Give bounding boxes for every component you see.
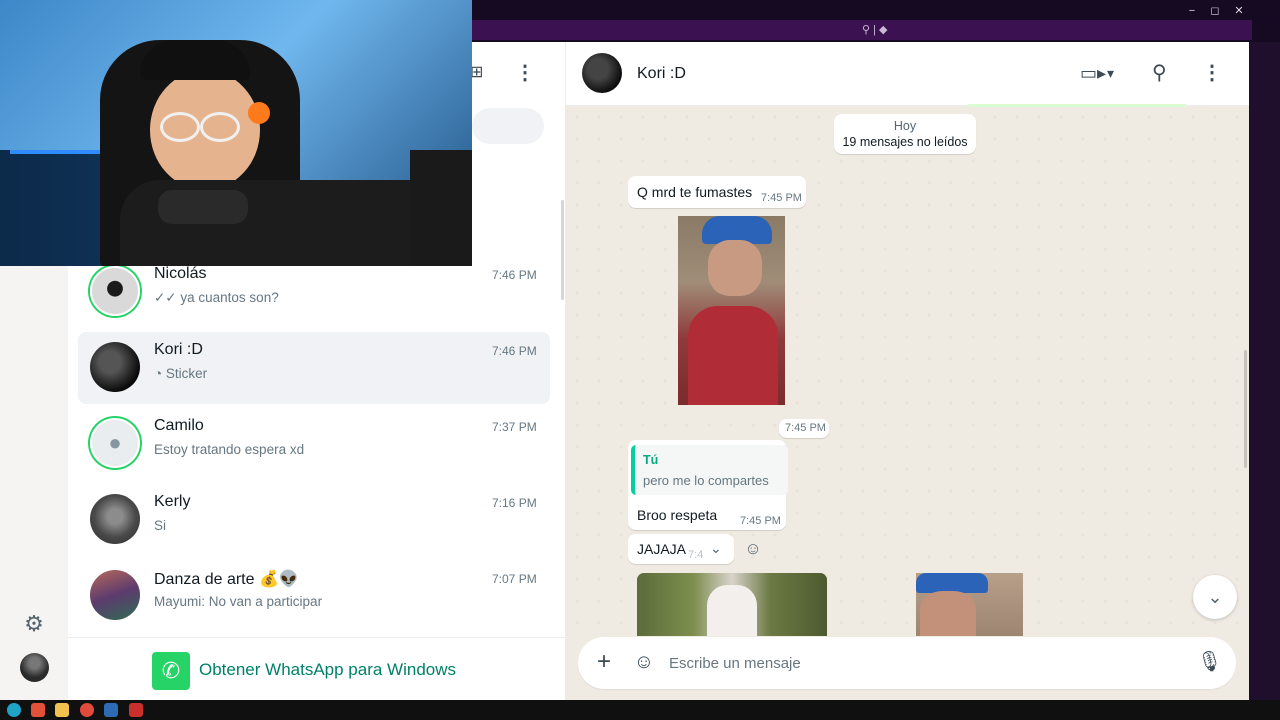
chat-preview: Estoy tratando espera xd [154, 442, 305, 457]
quote-author: Tú [643, 453, 659, 467]
conversation-header[interactable]: Kori :D ▭▸ ▾ ⚲ ⋮ [566, 42, 1249, 106]
minimize-icon[interactable]: − [1181, 3, 1203, 19]
sweater-shape [688, 306, 778, 405]
image-message[interactable] [916, 573, 1023, 636]
chat-time: 7:46 PM [492, 344, 537, 358]
chrome-icon[interactable] [80, 703, 94, 717]
chat-name: Danza de arte 💰👽 [154, 571, 299, 588]
contact-name[interactable]: Kori :D [637, 65, 686, 83]
chat-search-input[interactable] [472, 108, 544, 144]
cap-shape [140, 40, 250, 80]
message-input[interactable] [669, 651, 1169, 675]
avatar [90, 342, 140, 392]
quote-text: pero me lo compartes [643, 473, 769, 488]
message-time: 7:45 PM [761, 192, 802, 204]
app-icon[interactable] [129, 703, 143, 717]
menu-icon[interactable]: ⋮ [1202, 62, 1222, 84]
avatar [90, 266, 140, 316]
default-person-icon: ● [90, 418, 140, 468]
photoshop-icon[interactable] [104, 703, 118, 717]
double-check-icon: ✓✓ [154, 290, 177, 305]
cat-shape [707, 585, 757, 636]
chat-time: 7:16 PM [492, 496, 537, 510]
message-text: Q mrd te fumastes [637, 184, 753, 200]
microphone-shape [158, 190, 248, 224]
video-call-icon[interactable]: ▭▸ [1080, 62, 1106, 84]
message-bubble[interactable]: Q mrd te fumastes 7:45 PM [628, 176, 806, 208]
microphone-icon[interactable]: 🎙 [1197, 650, 1222, 674]
chat-preview: Si [154, 518, 167, 533]
date-label: Hoy [893, 119, 917, 133]
avatar [90, 494, 140, 544]
conversation-scrollbar[interactable] [1244, 350, 1247, 468]
browser-side-strip [1249, 42, 1280, 700]
chat-row-nicolas[interactable]: Nicolás ✓✓ ya cuantos son? 7:46 PM [78, 256, 550, 328]
avatar [90, 570, 140, 620]
chat-name: Kori :D [154, 341, 203, 358]
plus-icon[interactable]: + [592, 650, 616, 674]
message-text: Broo respeta [637, 507, 718, 523]
profile-avatar[interactable] [20, 653, 49, 682]
chat-preview: ✓✓ ya cuantos son? [154, 290, 279, 305]
chat-row-kerly[interactable]: Kerly Si 7:16 PM [78, 484, 550, 556]
message-time: 7:45 PM [740, 515, 781, 527]
react-emoji-icon[interactable]: ☺ [743, 539, 763, 559]
get-whatsapp-link[interactable]: Obtener WhatsApp para Windows [199, 660, 456, 680]
gear-icon[interactable]: ⚙ [22, 612, 46, 636]
message-bubble[interactable]: JAJAJA 7:4 ⌄ [628, 534, 734, 564]
webcam-overlay [0, 0, 472, 266]
whatsapp-logo-icon: ✆ [152, 652, 190, 690]
chat-name: Nicolás [154, 265, 207, 282]
chat-row-kori[interactable]: Kori :D ◔ Sticker 7:46 PM [78, 332, 550, 404]
chat-time: 7:07 PM [492, 572, 537, 586]
brave-icon[interactable] [31, 703, 45, 717]
sticker-icon: ◔ [154, 366, 163, 381]
menu-icon[interactable]: ⋮ [515, 62, 535, 84]
name-emojis: 💰👽 [258, 571, 299, 588]
new-chat-icon[interactable]: ⊞ [470, 64, 488, 82]
get-whatsapp-banner[interactable]: ✆ Obtener WhatsApp para Windows [68, 637, 565, 701]
face-shape [708, 240, 762, 296]
contact-avatar[interactable] [582, 53, 622, 93]
date-chip: Hoy 19 mensajes no leídos [834, 114, 976, 154]
chat-name: Kerly [154, 493, 191, 510]
image-time-chip: 7:45 PM [779, 419, 829, 438]
edge-icon[interactable] [7, 703, 21, 717]
emoji-sticker-icon[interactable]: ☺ [632, 650, 656, 674]
chat-row-camilo[interactable]: ● Camilo Estoy tratando espera xd 7:37 P… [78, 408, 550, 480]
folder-icon[interactable] [55, 703, 69, 717]
cap-shape [916, 573, 988, 593]
image-message[interactable] [678, 216, 785, 405]
chevron-down-icon[interactable]: ⌄ [710, 540, 722, 557]
message-time: 7:4 [688, 549, 704, 561]
image-message[interactable] [637, 573, 827, 636]
message-composer[interactable]: + ☺ 🎙 [578, 637, 1236, 689]
face-shape [920, 591, 976, 636]
chat-name: Camilo [154, 417, 204, 434]
maximize-icon[interactable]: ◻ [1204, 3, 1226, 19]
chat-preview: Mayumi: No van a participar [154, 594, 323, 609]
chat-time: 7:37 PM [492, 420, 537, 434]
scroll-to-bottom-button[interactable]: ⌄ [1193, 575, 1237, 619]
taskbar [0, 700, 1280, 720]
chat-preview: ◔ Sticker [154, 366, 208, 381]
close-icon[interactable]: ✕ [1228, 3, 1250, 19]
chevron-down-icon[interactable]: ▾ [1107, 62, 1123, 84]
chat-row-danza-de-arte[interactable]: Danza de arte 💰👽 Mayumi: No van a partic… [78, 560, 550, 632]
chat-time: 7:46 PM [492, 268, 537, 282]
message-text: JAJAJA [637, 541, 687, 557]
unread-count: 19 mensajes no leídos [842, 135, 968, 149]
chat-list-scrollbar[interactable] [561, 200, 564, 300]
quoted-message[interactable]: Tú pero me lo compartes [631, 445, 788, 495]
search-icon[interactable]: ⚲ [1152, 62, 1174, 84]
browser-toolbar-icons[interactable]: ⚲ | ◆ [862, 23, 888, 37]
